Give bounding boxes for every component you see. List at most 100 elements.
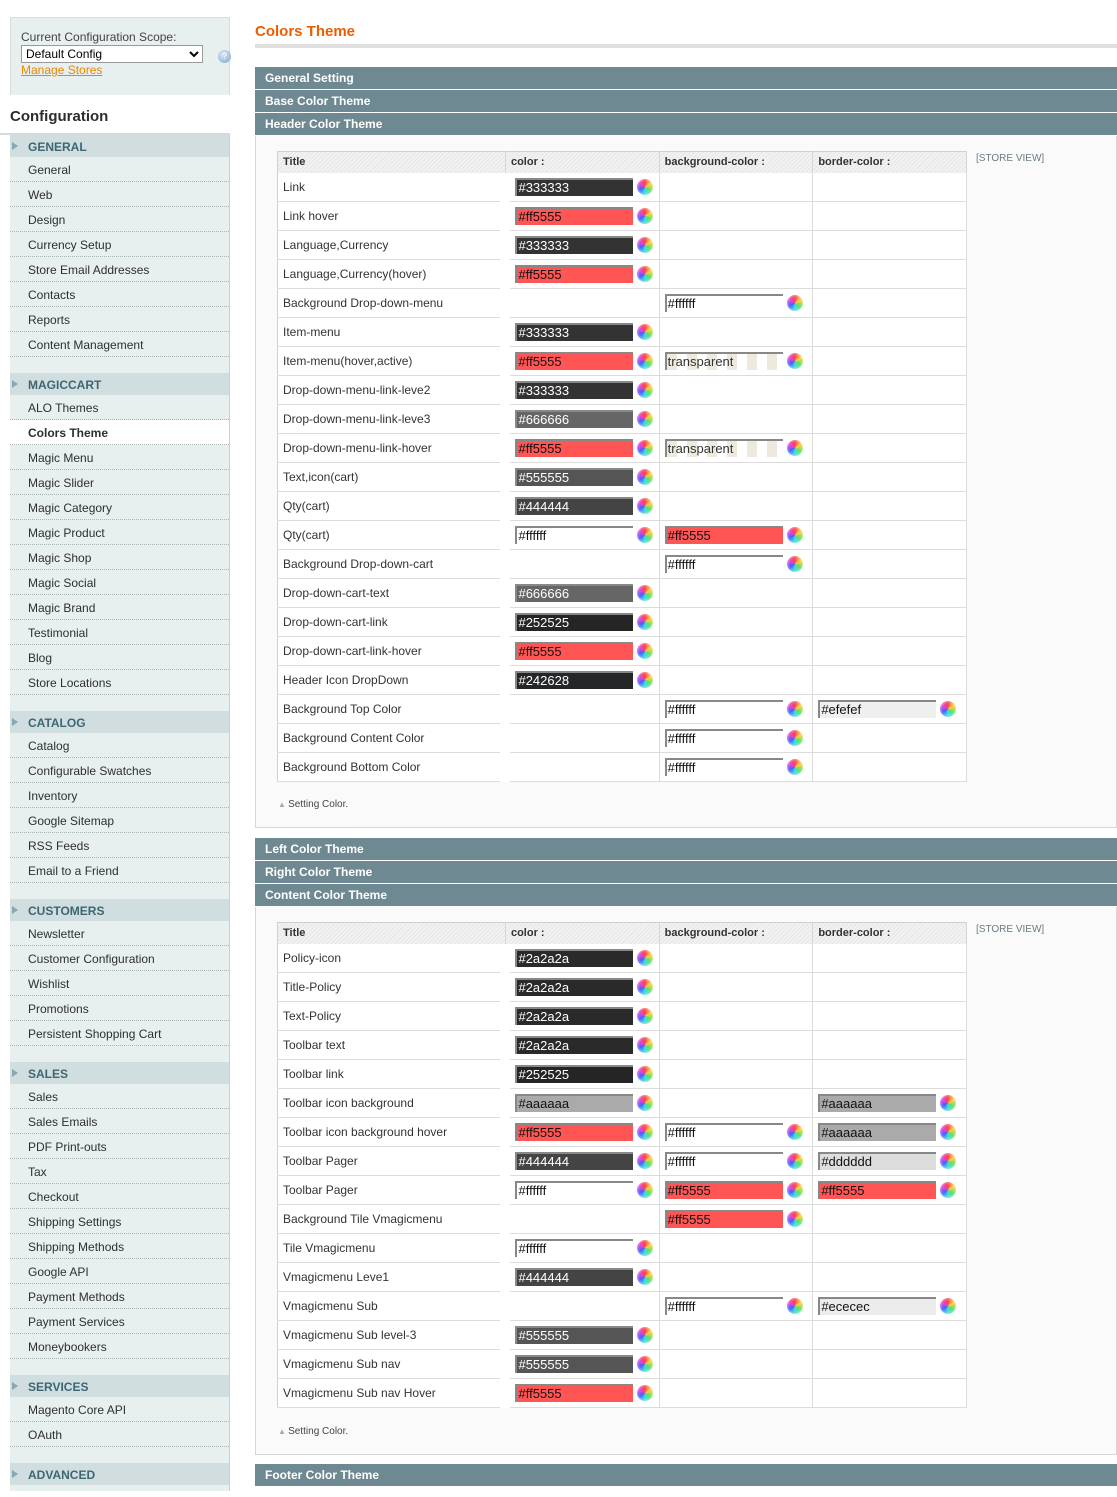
nav-group-header[interactable]: CATALOG [10, 711, 229, 733]
color-wheel-icon[interactable] [940, 1095, 957, 1111]
color-input[interactable]: #666666 [515, 410, 634, 428]
color-input[interactable]: #ff5555 [515, 642, 634, 660]
sidebar-item-magic-product[interactable]: Magic Product [10, 520, 229, 545]
sidebar-item-blog[interactable]: Blog [10, 645, 229, 670]
sidebar-item-sales[interactable]: Sales [10, 1084, 229, 1109]
color-input[interactable]: #555555 [515, 1326, 634, 1344]
sidebar-item-magic-category[interactable]: Magic Category [10, 495, 229, 520]
color-input[interactable]: #ff5555 [664, 1210, 783, 1228]
nav-group-header[interactable]: GENERAL [10, 135, 229, 157]
color-wheel-icon[interactable] [940, 1124, 957, 1140]
color-wheel-icon[interactable] [786, 556, 803, 572]
color-input[interactable]: #ff5555 [515, 439, 634, 457]
color-wheel-icon[interactable] [637, 266, 654, 282]
color-wheel-icon[interactable] [940, 1182, 957, 1198]
color-input[interactable]: #555555 [515, 1355, 634, 1373]
color-wheel-icon[interactable] [637, 949, 654, 966]
color-wheel-icon[interactable] [637, 411, 654, 427]
color-wheel-icon[interactable] [637, 1385, 654, 1401]
color-wheel-icon[interactable] [637, 353, 654, 369]
section-content-color-theme[interactable]: Content Color Theme [255, 884, 1117, 906]
color-input[interactable]: #333333 [515, 323, 634, 341]
color-input[interactable]: #333333 [515, 236, 634, 254]
sidebar-item-magic-social[interactable]: Magic Social [10, 570, 229, 595]
color-wheel-icon[interactable] [940, 1298, 957, 1314]
nav-group-header[interactable]: SALES [10, 1062, 229, 1084]
color-input[interactable]: #242628 [515, 671, 634, 689]
color-wheel-icon[interactable] [637, 643, 654, 659]
color-input[interactable]: #ffffff [664, 555, 783, 573]
sidebar-item-contacts[interactable]: Contacts [10, 282, 229, 307]
color-wheel-icon[interactable] [786, 701, 803, 717]
sidebar-item-google-sitemap[interactable]: Google Sitemap [10, 808, 229, 833]
nav-group-header[interactable]: ADVANCED [10, 1463, 229, 1485]
color-input[interactable]: #ff5555 [515, 265, 634, 283]
sidebar-item-colors-theme[interactable]: Colors Theme [10, 420, 229, 445]
color-input[interactable]: #ff5555 [515, 352, 634, 370]
color-input[interactable]: #ffffff [664, 1297, 783, 1315]
sidebar-item-inventory[interactable]: Inventory [10, 783, 229, 808]
color-input[interactable]: #aaaaaa [515, 1094, 634, 1112]
sidebar-item-shipping-methods[interactable]: Shipping Methods [10, 1234, 229, 1259]
color-wheel-icon[interactable] [637, 1182, 654, 1198]
color-input[interactable]: #2a2a2a [515, 1007, 634, 1025]
color-wheel-icon[interactable] [786, 1182, 803, 1198]
color-wheel-icon[interactable] [637, 382, 654, 398]
section-header-color-theme[interactable]: Header Color Theme [255, 113, 1117, 135]
color-input[interactable]: #ff5555 [664, 1181, 783, 1199]
sidebar-item-rss-feeds[interactable]: RSS Feeds [10, 833, 229, 858]
color-input[interactable]: #ffffff [515, 1239, 634, 1257]
color-input[interactable]: #aaaaaa [818, 1123, 937, 1141]
sidebar-item-magic-menu[interactable]: Magic Menu [10, 445, 229, 470]
color-wheel-icon[interactable] [637, 527, 654, 543]
color-wheel-icon[interactable] [637, 237, 654, 253]
sidebar-item-currency-setup[interactable]: Currency Setup [10, 232, 229, 257]
sidebar-item-store-email-addresses[interactable]: Store Email Addresses [10, 257, 229, 282]
color-input[interactable]: #ff5555 [515, 1123, 634, 1141]
color-input[interactable]: #dddddd [818, 1152, 937, 1170]
color-wheel-icon[interactable] [786, 295, 803, 311]
sidebar-item-shipping-settings[interactable]: Shipping Settings [10, 1209, 229, 1234]
color-input[interactable]: #ffffff [664, 1123, 783, 1141]
color-input[interactable]: #ffffff [664, 1152, 783, 1170]
color-wheel-icon[interactable] [637, 498, 654, 514]
color-wheel-icon[interactable] [637, 178, 654, 195]
sidebar-item-magic-shop[interactable]: Magic Shop [10, 545, 229, 570]
section-base-color-theme[interactable]: Base Color Theme [255, 90, 1117, 112]
color-wheel-icon[interactable] [786, 759, 803, 775]
color-input[interactable]: #444444 [515, 497, 634, 515]
color-input[interactable]: #444444 [515, 1152, 634, 1170]
sidebar-item-google-api[interactable]: Google API [10, 1259, 229, 1284]
nav-group-header[interactable]: SERVICES [10, 1375, 229, 1397]
color-input[interactable]: #2a2a2a [515, 948, 634, 967]
sidebar-item-tax[interactable]: Tax [10, 1159, 229, 1184]
sidebar-item-testimonial[interactable]: Testimonial [10, 620, 229, 645]
color-wheel-icon[interactable] [786, 1124, 803, 1140]
color-wheel-icon[interactable] [786, 353, 803, 369]
color-input[interactable]: #ff5555 [515, 207, 634, 225]
nav-group-header[interactable]: MAGICCART [10, 373, 229, 395]
sidebar-item-sales-emails[interactable]: Sales Emails [10, 1109, 229, 1134]
color-input[interactable]: #aaaaaa [818, 1094, 937, 1112]
color-wheel-icon[interactable] [637, 672, 654, 688]
color-input[interactable]: transparent [664, 352, 783, 370]
color-wheel-icon[interactable] [637, 585, 654, 601]
sidebar-item-payment-methods[interactable]: Payment Methods [10, 1284, 229, 1309]
color-input[interactable]: #ffffff [515, 526, 634, 544]
sidebar-item-payment-services[interactable]: Payment Services [10, 1309, 229, 1334]
color-input[interactable]: #2a2a2a [515, 978, 634, 996]
color-wheel-icon[interactable] [786, 440, 803, 456]
sidebar-item-promotions[interactable]: Promotions [10, 996, 229, 1021]
section-general-setting[interactable]: General Setting [255, 67, 1117, 89]
color-wheel-icon[interactable] [637, 1327, 654, 1343]
section-left-color-theme[interactable]: Left Color Theme [255, 838, 1117, 860]
section-footer-color-theme[interactable]: Footer Color Theme [255, 1464, 1117, 1486]
color-input[interactable]: #ffffff [664, 729, 783, 747]
color-input[interactable]: #666666 [515, 584, 634, 602]
help-icon[interactable]: ? [218, 50, 231, 63]
color-wheel-icon[interactable] [786, 1211, 803, 1227]
color-input[interactable]: #333333 [515, 381, 634, 399]
color-wheel-icon[interactable] [637, 1153, 654, 1169]
scope-select[interactable]: Default Config [21, 45, 203, 63]
color-wheel-icon[interactable] [940, 701, 957, 717]
